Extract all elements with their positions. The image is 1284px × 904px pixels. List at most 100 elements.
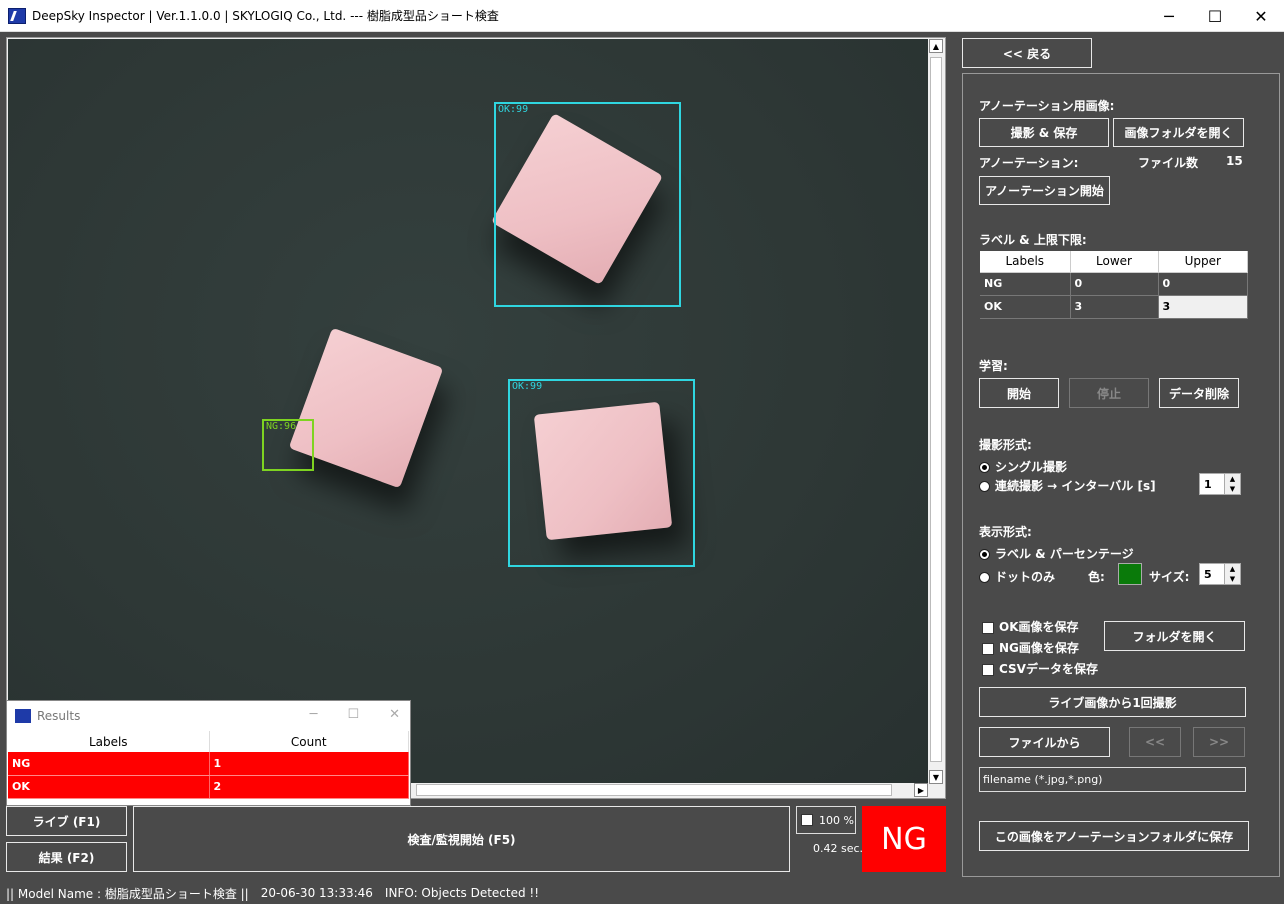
- interval-stepper[interactable]: 1 ▲ ▼: [1199, 473, 1241, 495]
- radio-icon[interactable]: [979, 549, 990, 560]
- inspect-start-button[interactable]: 検査/監視開始 (F5): [133, 806, 790, 872]
- table-cell[interactable]: OK: [980, 295, 1071, 319]
- maximize-icon[interactable]: ☐: [347, 707, 359, 722]
- close-button[interactable]: ✕: [1238, 0, 1284, 32]
- file-count-label: ファイル数: [1138, 156, 1199, 170]
- detection-box-ng: NG:96: [262, 419, 314, 471]
- from-file-button[interactable]: ファイルから: [979, 727, 1110, 757]
- maximize-button[interactable]: ☐: [1192, 0, 1238, 32]
- verdict-badge: NG: [862, 806, 946, 872]
- status-timestamp: 20-06-30 13:33:46: [260, 886, 373, 900]
- radio-icon[interactable]: [979, 462, 990, 473]
- label-percentage-option[interactable]: ラベル & パーセンテージ: [979, 545, 1134, 562]
- live-capture-once-button[interactable]: ライブ画像から1回撮影: [979, 687, 1246, 717]
- filename-field[interactable]: filename (*.jpg,*.png): [979, 767, 1246, 792]
- column-header[interactable]: Lower: [1070, 251, 1159, 273]
- annotation-label: アノーテーション:: [979, 156, 1079, 170]
- open-folder-button[interactable]: フォルダを開く: [1104, 621, 1245, 651]
- table-cell-selected[interactable]: 3: [1158, 295, 1248, 319]
- table-cell[interactable]: 0: [1158, 272, 1248, 296]
- image-viewer[interactable]: OK:99 OK:99 NG:96 ▲ ▼ ▶: [6, 37, 946, 799]
- display-mode-label: 表示形式:: [979, 525, 1032, 539]
- results-window-controls: ─ ☐ ✕: [310, 707, 400, 722]
- save-csv-checkbox[interactable]: CSVデータを保存: [982, 660, 1098, 677]
- size-label: サイズ:: [1149, 570, 1190, 584]
- detection-label: OK:99: [498, 104, 529, 115]
- title-bar: DeepSky Inspector | Ver.1.1.0.0 | SKYLOG…: [0, 0, 1284, 32]
- detection-label: OK:99: [512, 381, 543, 392]
- size-stepper[interactable]: 5 ▲ ▼: [1199, 563, 1241, 585]
- zoom-value: 100 %: [819, 813, 854, 827]
- app-logo-icon: [8, 7, 26, 24]
- window-title: DeepSky Inspector | Ver.1.1.0.0 | SKYLOG…: [32, 9, 499, 23]
- checkbox-icon[interactable]: [982, 642, 994, 655]
- results-table: Labels Count NG 1 OK 2: [8, 731, 409, 799]
- column-header[interactable]: Labels: [8, 731, 210, 752]
- stepper-arrows-icon[interactable]: ▲ ▼: [1224, 564, 1240, 584]
- minimize-icon[interactable]: ─: [310, 707, 318, 722]
- table-row[interactable]: OK 2: [8, 775, 409, 799]
- status-info: INFO: Objects Detected !!: [384, 886, 540, 900]
- table-row[interactable]: NG 1: [8, 752, 409, 776]
- save-ng-checkbox[interactable]: NG画像を保存: [982, 639, 1079, 656]
- save-ng-label: NG画像を保存: [999, 641, 1079, 655]
- table-cell: OK: [8, 775, 210, 799]
- column-header[interactable]: Labels: [980, 251, 1071, 273]
- back-button[interactable]: << 戻る: [962, 38, 1092, 68]
- table-cell[interactable]: 3: [1070, 295, 1159, 319]
- table-cell: 1: [209, 752, 409, 776]
- save-to-annotation-button[interactable]: この画像をアノーテーションフォルダに保存: [979, 821, 1249, 851]
- dot-color-picker[interactable]: [1118, 563, 1142, 585]
- color-label: 色:: [1088, 570, 1105, 584]
- app-logo-icon: [15, 709, 31, 723]
- zoom-checkbox[interactable]: [801, 814, 813, 826]
- scroll-thumb[interactable]: [416, 784, 892, 796]
- model-name: || Model Name : 樹脂成型品ショート検査 ||: [6, 886, 249, 901]
- learning-stop-button[interactable]: 停止: [1069, 378, 1149, 408]
- annotation-image-label: アノーテーション用画像:: [979, 99, 1115, 113]
- checkbox-icon[interactable]: [982, 621, 994, 634]
- radio-icon[interactable]: [979, 572, 990, 583]
- detection-box: OK:99: [508, 379, 695, 567]
- scroll-up-icon[interactable]: ▲: [929, 39, 943, 53]
- table-row[interactable]: OK 3 3: [980, 295, 1248, 319]
- previous-button[interactable]: <<: [1129, 727, 1181, 757]
- results-title: Results: [37, 709, 81, 723]
- detection-box: OK:99: [494, 102, 681, 307]
- capture-save-button[interactable]: 撮影 & 保存: [979, 118, 1109, 147]
- table-row[interactable]: NG 0 0: [980, 272, 1248, 296]
- scroll-down-icon[interactable]: ▼: [929, 770, 943, 784]
- continuous-capture-option[interactable]: 連続撮影 → インターバル [s]: [979, 477, 1156, 494]
- radio-icon[interactable]: [979, 481, 990, 492]
- table-cell[interactable]: NG: [980, 272, 1071, 296]
- label-limits-label: ラベル & 上限下限:: [979, 233, 1087, 247]
- save-ok-checkbox[interactable]: OK画像を保存: [982, 618, 1079, 635]
- window-controls: ─ ☐ ✕: [1146, 0, 1284, 32]
- close-icon[interactable]: ✕: [389, 707, 400, 722]
- column-header[interactable]: Upper: [1158, 251, 1248, 273]
- stepper-arrows-icon[interactable]: ▲ ▼: [1224, 474, 1240, 494]
- result-button[interactable]: 結果 (F2): [6, 842, 127, 872]
- detection-label: NG:96: [266, 421, 297, 432]
- checkbox-icon[interactable]: [982, 663, 994, 676]
- minimize-button[interactable]: ─: [1146, 0, 1192, 32]
- next-button[interactable]: >>: [1193, 727, 1245, 757]
- learning-start-button[interactable]: 開始: [979, 378, 1059, 408]
- capture-mode-label: 撮影形式:: [979, 438, 1032, 452]
- scroll-thumb[interactable]: [930, 57, 942, 762]
- table-cell[interactable]: 0: [1070, 272, 1159, 296]
- open-image-folder-button[interactable]: 画像フォルダを開く: [1113, 118, 1244, 147]
- elapsed-time: 0.42 sec.: [813, 842, 864, 855]
- scroll-right-icon[interactable]: ▶: [914, 783, 928, 797]
- dots-only-option[interactable]: ドットのみ: [979, 568, 1055, 585]
- annotation-start-button[interactable]: アノーテーション開始: [979, 176, 1110, 205]
- vertical-scrollbar[interactable]: ▲ ▼: [928, 39, 944, 784]
- column-header[interactable]: Count: [209, 731, 409, 752]
- delete-data-button[interactable]: データ削除: [1159, 378, 1239, 408]
- zoom-control[interactable]: 100 %: [796, 806, 856, 834]
- live-button[interactable]: ライブ (F1): [6, 806, 127, 836]
- size-value: 5: [1204, 567, 1212, 581]
- single-capture-option[interactable]: シングル撮影: [979, 458, 1067, 475]
- table-cell: NG: [8, 752, 210, 776]
- save-csv-label: CSVデータを保存: [999, 662, 1098, 676]
